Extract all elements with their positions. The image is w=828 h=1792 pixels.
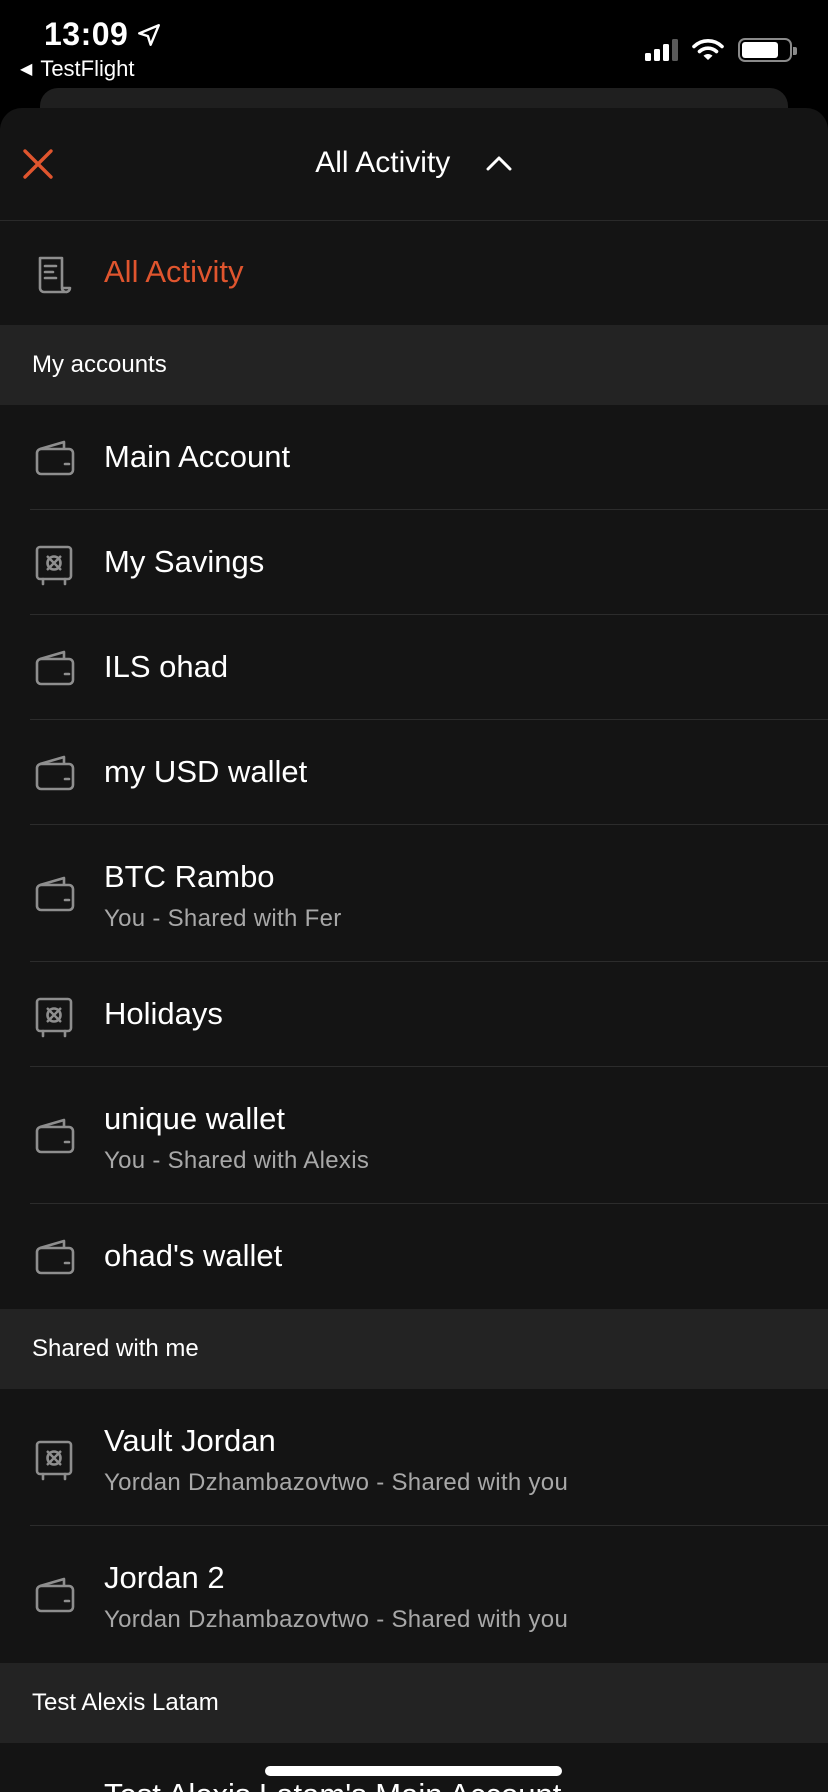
vault-icon	[34, 544, 74, 586]
account-subtitle: Yordan Dzhambazovtwo - Shared with you	[104, 1469, 569, 1496]
account-row[interactable]: Main Account	[0, 405, 828, 510]
sheet-header: All Activity	[0, 108, 828, 221]
vault-icon	[34, 1439, 74, 1481]
back-to-testflight[interactable]: ◀ TestFlight	[20, 56, 134, 82]
home-indicator	[265, 1766, 562, 1776]
account-selector-toggle[interactable]: All Activity	[0, 146, 828, 180]
vault-icon	[34, 996, 74, 1038]
account-row[interactable]: unique wallet You - Shared with Alexis	[0, 1067, 828, 1204]
account-subtitle: You - Shared with Alexis	[104, 1147, 370, 1174]
wifi-icon	[692, 39, 724, 60]
battery-icon	[738, 38, 797, 62]
account-title: My Savings	[104, 544, 265, 579]
account-title: Vault Jordan	[104, 1423, 276, 1458]
account-row[interactable]: BTC Rambo You - Shared with Fer	[0, 825, 828, 962]
back-app-label: TestFlight	[40, 56, 135, 81]
account-row[interactable]: ILS ohad	[0, 615, 828, 720]
status-time: 13:09	[44, 16, 129, 52]
section-title: Shared with me	[32, 1335, 199, 1362]
all-activity-label: All Activity	[104, 254, 244, 289]
header-title: All Activity	[315, 146, 451, 179]
status-bar: 13:09 ◀ TestFlight	[0, 0, 828, 92]
account-picker-sheet: All Activity All Activity My accounts Ma…	[0, 108, 828, 1792]
account-subtitle: You - Shared with Fer	[104, 905, 342, 932]
cellular-signal-icon	[645, 39, 678, 61]
chevron-up-icon	[486, 156, 512, 171]
wallet-icon	[34, 649, 76, 687]
wallet-icon	[34, 1576, 76, 1614]
section-header-test-alexis-latam: Test Alexis Latam	[0, 1663, 828, 1743]
account-row[interactable]: My Savings	[0, 510, 828, 615]
account-title: my USD wallet	[104, 754, 308, 789]
wallet-icon	[34, 1238, 76, 1276]
account-title: BTC Rambo	[104, 859, 275, 894]
section-header-shared-with-me: Shared with me	[0, 1309, 828, 1389]
wallet-icon	[34, 754, 76, 792]
account-row[interactable]: ohad's wallet	[0, 1204, 828, 1309]
status-indicators	[645, 36, 797, 64]
account-title: Jordan 2	[104, 1560, 225, 1595]
account-title: unique wallet	[104, 1101, 285, 1136]
account-row[interactable]: Vault Jordan Yordan Dzhambazovtwo - Shar…	[0, 1389, 828, 1526]
section-title: My accounts	[32, 351, 167, 378]
wallet-icon	[34, 1117, 76, 1155]
receipt-icon	[34, 255, 74, 295]
location-arrow-icon	[138, 24, 160, 46]
section-title: Test Alexis Latam	[32, 1689, 219, 1716]
account-subtitle: Yordan Dzhambazovtwo - Shared with you	[104, 1606, 569, 1633]
account-title: Main Account	[104, 439, 291, 474]
wallet-icon	[34, 875, 76, 913]
back-triangle-icon: ◀	[20, 61, 33, 78]
account-title: Test Alexis Latam's Main Account	[104, 1777, 561, 1792]
account-row[interactable]: my USD wallet	[0, 720, 828, 825]
account-row[interactable]: Holidays	[0, 962, 828, 1067]
all-activity-option[interactable]: All Activity	[0, 221, 828, 325]
account-title: ohad's wallet	[104, 1238, 283, 1273]
account-title: ILS ohad	[104, 649, 229, 684]
wallet-icon	[34, 439, 76, 477]
section-header-my-accounts: My accounts	[0, 325, 828, 405]
account-title: Holidays	[104, 996, 223, 1031]
account-row[interactable]: Jordan 2 Yordan Dzhambazovtwo - Shared w…	[0, 1526, 828, 1663]
